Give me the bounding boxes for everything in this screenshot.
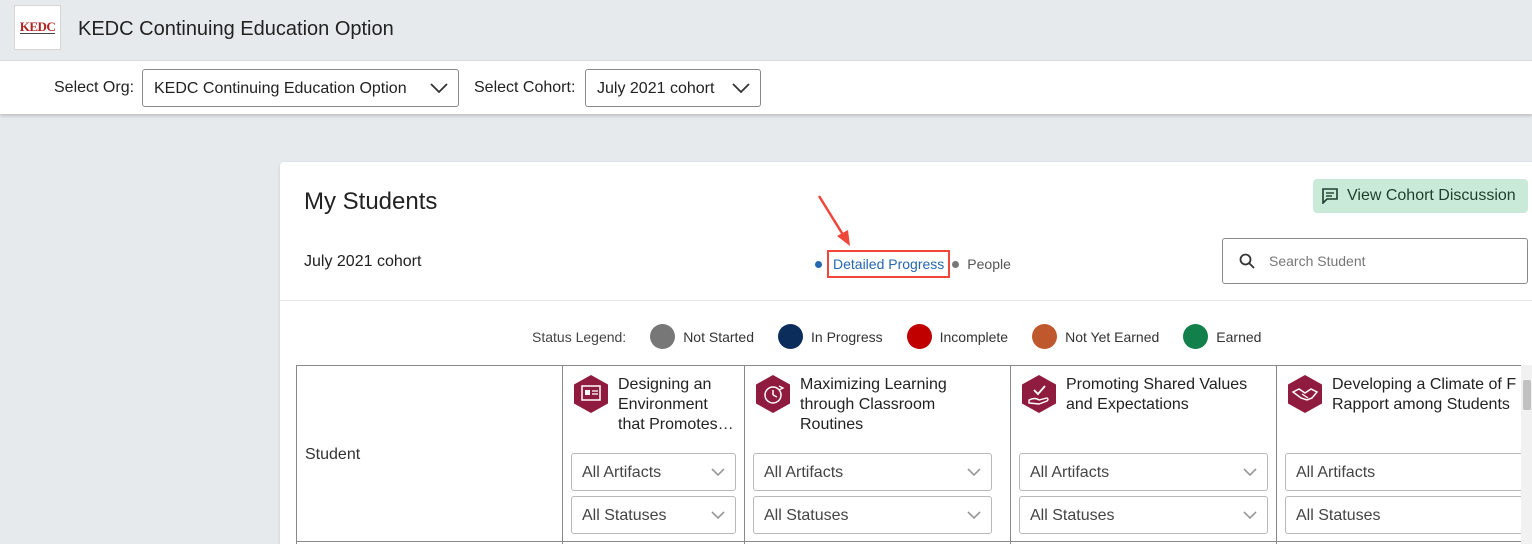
status-legend-title: Status Legend: (532, 328, 627, 345)
annotation-arrow-icon (817, 195, 850, 246)
legend-label: Incomplete (939, 328, 1009, 345)
top-bar: KEDC KEDC Continuing Education Option (0, 0, 1532, 60)
title-line: through Classroom (800, 396, 936, 413)
org-select-value: KEDC Continuing Education Option (154, 80, 407, 97)
kedc-logo[interactable]: KEDC (14, 5, 61, 50)
search-icon (1239, 253, 1255, 269)
legend-incomplete: Incomplete (906, 324, 1009, 349)
competency-title[interactable]: Developing a Climate of F Rapport among … (1332, 375, 1516, 415)
statuses-filter[interactable]: All Statuses (1019, 496, 1268, 534)
statuses-filter-value: All Statuses (764, 507, 849, 524)
statuses-filter[interactable]: All Statuses (571, 496, 736, 534)
competency-title[interactable]: Maximizing Learning through Classroom Ro… (800, 375, 947, 435)
active-tab-dot (815, 260, 822, 268)
artifacts-filter[interactable]: All Artifacts (1285, 453, 1532, 491)
chevron-down-icon (430, 83, 448, 94)
competency-column: Designing an Environment that Promotes… … (563, 366, 745, 544)
title-line: Maximizing Learning (800, 376, 947, 393)
handshake-icon (1288, 375, 1322, 413)
artifacts-filter-value: All Artifacts (1296, 464, 1376, 481)
title-line: Routines (800, 416, 864, 433)
hand-check-icon (1022, 375, 1056, 413)
student-header-label: Student (305, 446, 361, 463)
statuses-filter-value: All Statuses (1296, 507, 1381, 524)
classroom-board-icon (574, 375, 608, 413)
artifacts-filter[interactable]: All Artifacts (753, 453, 992, 491)
title-line: Promoting Shared Values (1066, 376, 1248, 393)
competency-column: Maximizing Learning through Classroom Ro… (745, 366, 1011, 544)
chevron-down-icon (967, 468, 981, 477)
header-divider (280, 300, 1532, 301)
table-bottom-border (296, 541, 1532, 542)
view-toggle: Detailed Progress People (815, 250, 1011, 278)
cohort-select-value: July 2021 cohort (597, 80, 715, 97)
title-line: Developing a Climate of F (1332, 376, 1517, 393)
chevron-down-icon (732, 83, 750, 94)
select-org-label: Select Org: (54, 79, 135, 96)
statuses-filter[interactable]: All Statuses (1285, 496, 1532, 534)
statuses-filter[interactable]: All Statuses (753, 496, 992, 534)
chevron-down-icon (1243, 511, 1257, 520)
artifacts-filter[interactable]: All Artifacts (571, 453, 736, 491)
inactive-tab-dot (952, 260, 960, 268)
org-select[interactable]: KEDC Continuing Education Option (142, 69, 459, 107)
statuses-filter-value: All Statuses (582, 507, 667, 524)
page-title: My Students (304, 188, 438, 215)
competency-column: Promoting Shared Values and Expectations… (1011, 366, 1277, 544)
title-line: Designing an (618, 376, 712, 393)
scrollbar-thumb[interactable] (1523, 380, 1531, 410)
tab-detailed-progress[interactable]: Detailed Progress (827, 250, 951, 278)
artifacts-filter-value: All Artifacts (582, 464, 662, 481)
legend-label: Not Yet Earned (1065, 328, 1160, 345)
chevron-down-icon (711, 468, 725, 477)
title-line: that Promotes… (618, 416, 734, 433)
status-dot (1183, 324, 1209, 349)
discussion-icon (1322, 188, 1338, 204)
status-dot (778, 324, 804, 349)
legend-label: In Progress (811, 328, 883, 345)
title-line: Rapport among Students (1332, 396, 1510, 413)
org-filter-bar: Select Org: KEDC Continuing Education Op… (0, 60, 1532, 114)
student-column-header: Student (297, 366, 563, 544)
artifacts-filter-value: All Artifacts (1030, 464, 1110, 481)
competency-column: Developing a Climate of F Rapport among … (1277, 366, 1532, 544)
discussion-button-label: View Cohort Discussion (1347, 187, 1516, 204)
view-cohort-discussion-button[interactable]: View Cohort Discussion (1313, 179, 1528, 213)
search-student-box[interactable] (1222, 238, 1528, 284)
status-dot (650, 324, 676, 349)
cohort-name: July 2021 cohort (304, 253, 422, 270)
legend-not-yet-earned: Not Yet Earned (1032, 324, 1159, 349)
my-students-card: My Students July 2021 cohort View Cohort… (280, 162, 1532, 544)
search-student-input[interactable] (1269, 253, 1509, 269)
app-title: KEDC Continuing Education Option (78, 18, 394, 40)
statuses-filter-value: All Statuses (1030, 507, 1115, 524)
title-line: Environment (618, 396, 708, 413)
status-dot (906, 324, 932, 349)
status-dot (1032, 324, 1058, 349)
routine-clock-icon (756, 375, 790, 413)
chevron-down-icon (967, 511, 981, 520)
chevron-down-icon (1243, 468, 1257, 477)
cohort-select[interactable]: July 2021 cohort (585, 69, 761, 107)
progress-table: Student Designing an Environment that Pr… (296, 365, 1532, 544)
legend-in-progress: In Progress (778, 324, 883, 349)
title-line: and Expectations (1066, 396, 1189, 413)
competency-title[interactable]: Designing an Environment that Promotes… (618, 375, 734, 435)
competency-title[interactable]: Promoting Shared Values and Expectations (1066, 375, 1247, 415)
legend-label: Earned (1216, 328, 1262, 345)
legend-label: Not Started (683, 328, 755, 345)
legend-earned: Earned (1183, 324, 1261, 349)
select-cohort-label: Select Cohort: (474, 79, 576, 96)
legend-not-started: Not Started (650, 324, 754, 349)
status-legend: Status Legend: Not Started In Progress I… (532, 324, 1285, 349)
artifacts-filter[interactable]: All Artifacts (1019, 453, 1268, 491)
chevron-down-icon (711, 511, 725, 520)
logo-text: KEDC (19, 19, 56, 34)
artifacts-filter-value: All Artifacts (764, 464, 844, 481)
tab-people[interactable]: People (967, 256, 1011, 272)
